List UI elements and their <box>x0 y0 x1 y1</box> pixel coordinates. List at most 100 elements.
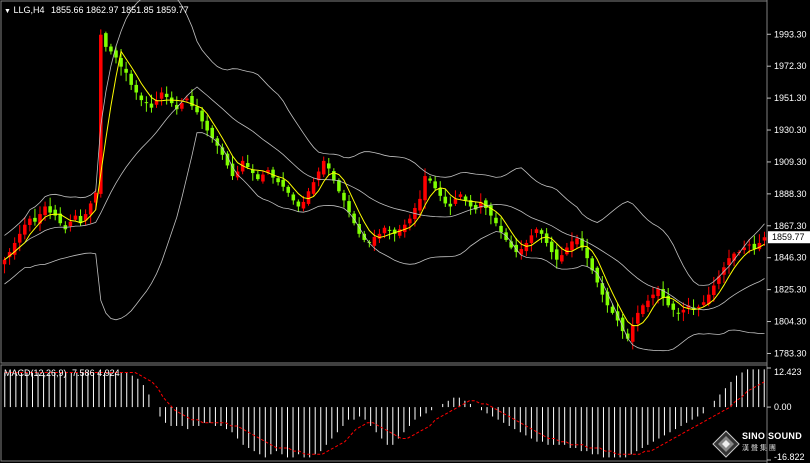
dropdown-arrow-icon[interactable]: ▼ <box>4 8 11 15</box>
candle-body <box>651 294 655 299</box>
candle-body <box>104 33 108 47</box>
candle-body <box>286 186 291 193</box>
candle-body <box>109 46 113 52</box>
candle-body <box>144 102 149 104</box>
price-tick-label: 1951.30 <box>774 93 807 103</box>
price-tick-label: 1804.30 <box>774 317 807 327</box>
candle-body <box>2 259 7 265</box>
candle-body <box>727 258 731 266</box>
candle-body <box>433 181 437 189</box>
candle-body <box>139 95 144 101</box>
price-tick-label: 1825.30 <box>774 285 807 295</box>
candle-body <box>301 201 306 209</box>
candle-body <box>610 306 615 313</box>
candle-body <box>636 312 640 324</box>
candle-body <box>281 179 285 187</box>
logo-subtitle: 漢 聲 集 團 <box>742 445 776 452</box>
candle-body <box>48 206 52 213</box>
candle-body <box>17 233 22 243</box>
logo-name: SINO SOUND <box>742 431 803 441</box>
candle-body <box>28 218 32 226</box>
candle-body <box>549 241 554 253</box>
candle-body <box>129 73 133 85</box>
price-tick-label: 1909.30 <box>774 157 807 167</box>
candle-body <box>256 174 260 180</box>
candle-body <box>423 176 427 201</box>
candle-body <box>99 34 103 194</box>
macd-values: 7.586 4.924 <box>72 368 120 378</box>
candle-body <box>453 198 458 204</box>
candle-body <box>762 237 767 241</box>
candle-body <box>372 236 377 246</box>
price-tick-label: 1867.30 <box>774 221 807 231</box>
candle-body <box>134 84 139 93</box>
price-tick-label: 1993.30 <box>774 29 807 39</box>
candle-body <box>499 225 503 233</box>
candle-body <box>524 242 529 252</box>
macd-label: MACD(12,26,9) <box>4 368 67 378</box>
candle-body <box>438 188 443 196</box>
candle-body <box>408 218 412 224</box>
bollinger-upper-line <box>4 0 765 286</box>
candle-body <box>73 215 78 220</box>
candle-body <box>529 235 534 243</box>
diamond-logo-icon <box>712 430 740 458</box>
candle-body <box>448 203 453 207</box>
candle-body <box>382 227 387 234</box>
candle-body <box>656 288 660 297</box>
candle-body <box>347 201 351 213</box>
candle-body <box>276 178 280 183</box>
candle-body <box>671 303 676 310</box>
candle-body <box>185 98 189 101</box>
candle-body <box>377 233 382 239</box>
candle-body <box>646 300 650 308</box>
candle-body <box>570 241 574 251</box>
candle-body <box>261 174 265 182</box>
candle-body <box>43 206 47 216</box>
macd-header: MACD(12,26,9) 7.586 4.924 <box>4 368 120 378</box>
candle-body <box>712 285 716 296</box>
bollinger-lower-line <box>4 132 765 352</box>
chart-canvas[interactable]: 1993.30 1972.30 1951.30 1930.30 1909.30 1888.… <box>0 0 810 463</box>
candle-body <box>180 103 184 109</box>
candle-body <box>539 230 544 234</box>
candle-body <box>418 198 422 211</box>
ohlc-values: 1855.66 1862.97 1851.85 1859.77 <box>51 5 189 15</box>
candle-body <box>463 196 468 201</box>
candle-body <box>311 182 316 194</box>
candle-body <box>560 255 564 262</box>
candle-body <box>534 229 539 233</box>
bollinger-middle-line <box>4 86 765 311</box>
price-tick-label: 1888.30 <box>774 189 807 199</box>
candle-body <box>701 302 706 305</box>
candle-body <box>554 249 559 260</box>
candle-body <box>630 325 635 342</box>
current-price-label: 1859.77 <box>772 232 805 242</box>
sino-sound-logo: SINO SOUND 漢 聲 集 團 <box>710 428 810 463</box>
candle-body <box>230 163 235 177</box>
candle-body <box>124 68 128 73</box>
chart-header: ▼ LLG,H4 1855.66 1862.97 1851.85 1859.77 <box>4 5 189 15</box>
candle-body <box>696 306 701 308</box>
price-tick-label: 1930.30 <box>774 125 807 135</box>
candle-body <box>149 103 154 108</box>
candle-body <box>489 205 493 216</box>
candle-body <box>296 201 301 207</box>
macd-signal-line <box>4 372 765 455</box>
macd-tick-label: 12.423 <box>774 367 802 377</box>
candle-body <box>245 163 250 167</box>
candle-body <box>200 110 204 122</box>
candle-body <box>544 233 549 243</box>
candle-body <box>387 229 392 231</box>
candle-body <box>747 244 752 246</box>
candle-body <box>458 194 463 197</box>
candle-body <box>681 309 686 313</box>
candle-body <box>428 178 432 181</box>
candle-body <box>210 127 215 139</box>
candle-body <box>443 196 448 204</box>
candle-body <box>321 160 326 175</box>
candle-body <box>326 163 331 169</box>
candle-body <box>33 217 37 222</box>
candle-body <box>195 106 199 113</box>
trading-chart-window: 1993.30 1972.30 1951.30 1930.30 1909.30 1888.… <box>0 0 810 463</box>
